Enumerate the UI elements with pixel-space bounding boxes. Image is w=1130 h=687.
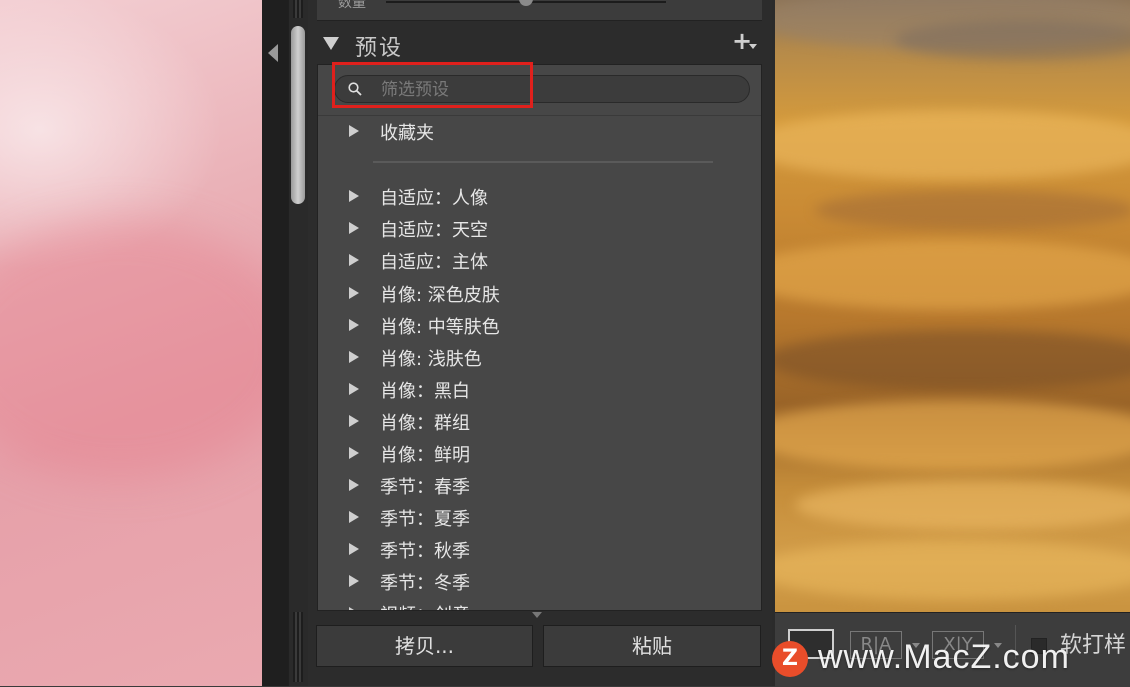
annotation-highlight-box (332, 62, 533, 108)
paste-settings-button[interactable]: 粘贴 (543, 625, 761, 667)
scrollbar-grip-top (293, 0, 303, 18)
tree-item[interactable]: 自适应：人像 (318, 181, 761, 211)
disclosure-triangle-right-icon[interactable] (349, 543, 359, 555)
tree-item[interactable]: 自适应：天空 (318, 213, 761, 243)
tree-item-label: 视频：创意 (380, 601, 470, 610)
disclosure-triangle-right-icon[interactable] (349, 351, 359, 363)
watermark-logo: Z (772, 641, 808, 677)
plus-icon: + (732, 27, 753, 55)
disclosure-triangle-right-icon[interactable] (349, 447, 359, 459)
disclosure-triangle-right-icon[interactable] (349, 575, 359, 587)
tree-item[interactable]: 自适应：主体 (318, 245, 761, 275)
tree-item-label: 自适应：人像 (380, 188, 488, 209)
disclosure-triangle-right-icon[interactable] (349, 415, 359, 427)
disclosure-triangle-right-icon[interactable] (349, 287, 359, 299)
disclosure-triangle-right-icon[interactable] (349, 254, 359, 266)
copy-settings-button[interactable]: 拷贝... (316, 625, 533, 667)
desktop-background (0, 0, 262, 686)
photo-preview (775, 0, 1130, 612)
add-preset-button[interactable]: + (732, 27, 760, 57)
cloud-shape (775, 240, 1130, 310)
cloud-shape (775, 400, 1130, 470)
scrollbar-grip-bottom (293, 612, 303, 682)
tree-item-label: 肖像: 中等肤色 (380, 317, 500, 338)
cloud-shape (795, 480, 1130, 530)
tree-item-label: 肖像: 深色皮肤 (380, 285, 500, 306)
scrollbar-thumb[interactable] (291, 26, 305, 204)
tree-item[interactable]: 季节：春季 (318, 470, 761, 500)
tree-item[interactable]: 肖像：鲜明 (318, 438, 761, 468)
disclosure-triangle-right-icon[interactable] (349, 222, 359, 234)
tree-item-label: 肖像：黑白 (380, 381, 470, 402)
tree-item-label: 季节：春季 (380, 477, 470, 498)
tree-item[interactable]: 肖像：群组 (318, 406, 761, 436)
collapse-left-arrow-icon[interactable] (268, 44, 278, 62)
disclosure-triangle-right-icon[interactable] (349, 383, 359, 395)
watermark-text: www.MacZ.com (818, 638, 1070, 676)
tree-item-label: 季节：秋季 (380, 541, 470, 562)
disclosure-triangle-right-icon[interactable] (349, 319, 359, 331)
tree-item-label: 自适应：天空 (380, 220, 488, 241)
disclosure-triangle-right-icon[interactable] (349, 190, 359, 202)
cloud-shape (895, 20, 1130, 60)
tree-item-favorites[interactable]: 收藏夹 (318, 116, 761, 146)
tree-item[interactable]: 肖像: 深色皮肤 (318, 278, 761, 308)
disclosure-triangle-right-icon[interactable] (349, 607, 359, 610)
tree-item[interactable]: 视频：创意 (318, 598, 761, 610)
cloud-shape (775, 540, 1130, 600)
tree-item-label: 收藏夹 (380, 123, 434, 144)
tree-item[interactable]: 肖像: 浅肤色 (318, 342, 761, 372)
cloud-shape (775, 330, 1130, 390)
previous-slider-label: 数量 (338, 0, 366, 11)
cloud-shape (815, 190, 1130, 230)
cloud-shape (775, 110, 1130, 180)
presets-title: 预设 (355, 36, 404, 61)
preset-list: 收藏夹 自适应：人像 自适应：天空 自适应：主体 肖像: 深色皮肤 肖像: 中等… (317, 64, 762, 611)
tree-item-label: 肖像: 浅肤色 (380, 349, 482, 370)
previous-section-slider-row (317, 0, 762, 21)
disclosure-triangle-right-icon[interactable] (349, 511, 359, 523)
tree-item[interactable]: 肖像: 中等肤色 (318, 310, 761, 340)
chevron-down-icon (749, 44, 757, 49)
tree-item-label: 季节：冬季 (380, 573, 470, 594)
tree-item-label: 自适应：主体 (380, 252, 488, 273)
panel-resize-grip-icon[interactable] (532, 612, 542, 618)
divider (373, 161, 713, 163)
tree-item-label: 季节：夏季 (380, 509, 470, 530)
tree-item[interactable]: 肖像：黑白 (318, 374, 761, 404)
left-panel-collapse-strip[interactable] (262, 0, 289, 686)
tree-item[interactable]: 季节：冬季 (318, 566, 761, 596)
disclosure-triangle-down-icon[interactable] (323, 37, 339, 50)
tree-item-label: 肖像：鲜明 (380, 445, 470, 466)
tree-item[interactable]: 季节：秋季 (318, 534, 761, 564)
tree-item-label: 肖像：群组 (380, 413, 470, 434)
disclosure-triangle-right-icon[interactable] (349, 125, 359, 137)
disclosure-triangle-right-icon[interactable] (349, 479, 359, 491)
tree-item[interactable]: 季节：夏季 (318, 502, 761, 532)
